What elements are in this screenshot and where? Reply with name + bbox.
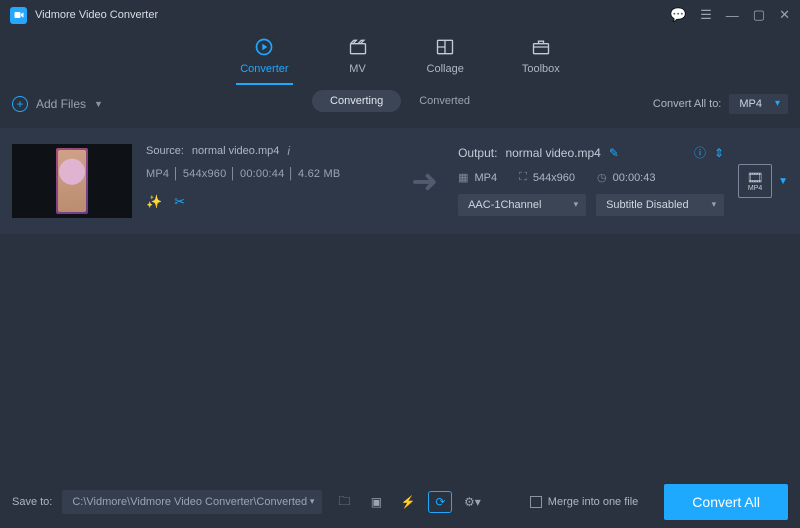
effects-icon[interactable]: ✨: [146, 194, 162, 210]
film-icon: 🎞: [747, 171, 764, 184]
snapshot-icon[interactable]: ▣: [364, 491, 388, 513]
clock-icon: ◷: [597, 171, 607, 184]
output-filename: normal video.mp4: [505, 146, 600, 160]
format-dropdown-icon[interactable]: ▼: [778, 176, 788, 187]
settings-icon[interactable]: ⚙▾: [460, 491, 484, 513]
source-duration: 00:00:44: [240, 168, 284, 180]
output-duration: 00:00:43: [613, 172, 656, 184]
checkbox-icon: [530, 496, 542, 508]
edit-icon[interactable]: ✎: [609, 146, 619, 160]
format-picker: 🎞 MP4 ▼: [738, 164, 788, 198]
save-to-label: Save to:: [12, 496, 52, 508]
add-files-button[interactable]: + Add Files ▼: [12, 96, 103, 112]
nav-toolbox-label: Toolbox: [522, 63, 560, 75]
nav-mv[interactable]: MV: [347, 37, 369, 85]
source-format: MP4: [146, 168, 169, 180]
toolbox-icon: [530, 37, 552, 57]
hw-accel-icon[interactable]: ⚡: [396, 491, 420, 513]
merge-label: Merge into one file: [548, 496, 639, 508]
convert-all-button[interactable]: Convert All: [664, 484, 788, 520]
nav-mv-label: MV: [349, 63, 366, 75]
video-icon: ▦: [458, 171, 468, 184]
titlebar: Vidmore Video Converter 💬 ☰ — ▢ ✕: [0, 0, 800, 30]
arrow-icon: ➜: [405, 162, 444, 200]
format-box[interactable]: 🎞 MP4: [738, 164, 772, 198]
plus-circle-icon: +: [12, 96, 28, 112]
convert-all-to-label: Convert All to:: [653, 98, 721, 110]
nav-toolbox[interactable]: Toolbox: [522, 37, 560, 85]
dimensions-icon: ⛶: [519, 171, 527, 184]
nav-collage[interactable]: Collage: [427, 37, 464, 85]
source-resolution: 544x960: [183, 168, 227, 180]
audio-select[interactable]: AAC-1Channel: [458, 194, 586, 216]
converter-icon: [253, 37, 275, 57]
output-info-icon[interactable]: ⓘ: [694, 144, 706, 161]
output-resolution: 544x960: [533, 172, 575, 184]
tab-converted[interactable]: Converted: [401, 90, 488, 112]
status-segmented: Converting Converted: [312, 90, 488, 112]
cut-icon[interactable]: ✂: [174, 194, 185, 210]
nav-collage-label: Collage: [427, 63, 464, 75]
format-box-label: MP4: [748, 185, 762, 192]
collage-icon: [434, 37, 456, 57]
thumbnail[interactable]: [12, 144, 132, 218]
footer: Save to: C:\Vidmore\Vidmore Video Conver…: [0, 476, 800, 528]
nav-converter-label: Converter: [240, 63, 288, 75]
source-label: Source:: [146, 145, 184, 157]
minimize-icon[interactable]: —: [726, 8, 739, 23]
high-speed-icon[interactable]: ⟳: [428, 491, 452, 513]
source-size: 4.62 MB: [298, 168, 340, 180]
chevron-down-icon: ▼: [94, 99, 103, 109]
app-title: Vidmore Video Converter: [35, 9, 158, 21]
add-files-label: Add Files: [36, 97, 86, 111]
convert-all-to-select[interactable]: MP4: [729, 94, 788, 114]
file-item: Source: normal video.mp4 i MP4 │ 544x960…: [0, 128, 800, 234]
source-meta: MP4 │ 544x960 │ 00:00:44 │ 4.62 MB: [146, 168, 391, 180]
menu-icon[interactable]: ☰: [700, 7, 712, 23]
tab-converting[interactable]: Converting: [312, 90, 401, 112]
app-logo-icon: [10, 7, 27, 24]
maximize-icon[interactable]: ▢: [753, 7, 765, 23]
close-icon[interactable]: ✕: [779, 7, 790, 23]
subtitle-select[interactable]: Subtitle Disabled: [596, 194, 724, 216]
merge-checkbox[interactable]: Merge into one file: [530, 496, 639, 508]
save-path-select[interactable]: C:\Vidmore\Vidmore Video Converter\Conve…: [62, 490, 322, 514]
feedback-icon[interactable]: 💬: [670, 7, 686, 23]
output-format: MP4: [475, 172, 498, 184]
source-filename: normal video.mp4: [192, 145, 279, 157]
nav-converter[interactable]: Converter: [240, 37, 288, 85]
main-nav: Converter MV Collage Toolbox: [0, 30, 800, 86]
compress-icon[interactable]: ⇕: [714, 146, 724, 160]
mv-icon: [347, 37, 369, 57]
output-label: Output:: [458, 146, 497, 160]
info-icon[interactable]: i: [287, 144, 290, 158]
open-folder-icon[interactable]: 🗀: [332, 491, 356, 513]
